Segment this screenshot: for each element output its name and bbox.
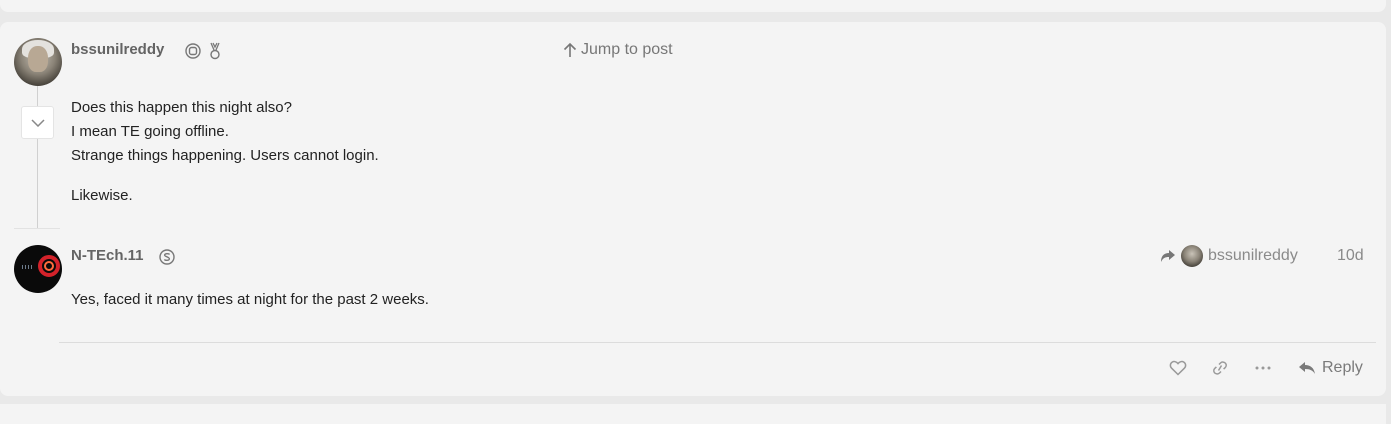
thread-separator <box>14 228 60 229</box>
more-actions-button[interactable] <box>1255 356 1271 380</box>
avatar[interactable] <box>14 38 62 86</box>
jump-to-post-label: Jump to post <box>581 41 673 58</box>
previous-post-card <box>0 0 1386 12</box>
share-arrow-icon <box>1161 250 1175 262</box>
target-badge-icon <box>185 43 201 59</box>
post-date[interactable]: 10d <box>1337 247 1364 265</box>
next-post-card <box>0 404 1386 424</box>
post-line: I mean TE going offline. <box>71 123 229 140</box>
post-card <box>0 22 1386 396</box>
post-line: Strange things happening. Users cannot l… <box>71 147 379 164</box>
divider <box>59 342 1376 343</box>
ellipsis-icon <box>1255 366 1271 370</box>
reply-to-avatar <box>1181 245 1203 267</box>
s-badge-icon <box>159 249 175 265</box>
reply-label: Reply <box>1322 359 1363 376</box>
link-icon <box>1213 361 1227 375</box>
post-author-username[interactable]: bssunilreddy <box>71 41 164 58</box>
post-body: Does this happen this night also? I mean… <box>71 96 379 208</box>
arrow-up-icon <box>563 42 577 57</box>
post-body: Yes, faced it many times at night for th… <box>71 288 429 312</box>
reply-button[interactable]: Reply <box>1298 356 1363 380</box>
like-button[interactable] <box>1169 356 1187 380</box>
copy-link-button[interactable] <box>1211 356 1229 380</box>
post-line: Likewise. <box>71 187 133 204</box>
reply-to-username: bssunilreddy <box>1208 247 1298 264</box>
heart-icon <box>1169 360 1187 376</box>
collapse-button[interactable] <box>21 106 54 139</box>
reply-to-link[interactable]: bssunilreddy <box>1160 244 1298 268</box>
jump-to-post-link[interactable]: Jump to post <box>563 41 673 59</box>
avatar[interactable] <box>14 245 62 293</box>
post-line: Does this happen this night also? <box>71 99 292 116</box>
reply-author-username[interactable]: N-TEch.11 <box>71 247 144 264</box>
post-line: Yes, faced it many times at night for th… <box>71 291 429 308</box>
chevron-down-icon <box>30 118 45 127</box>
medal-badge-icon <box>210 42 220 60</box>
reply-icon <box>1299 362 1315 374</box>
